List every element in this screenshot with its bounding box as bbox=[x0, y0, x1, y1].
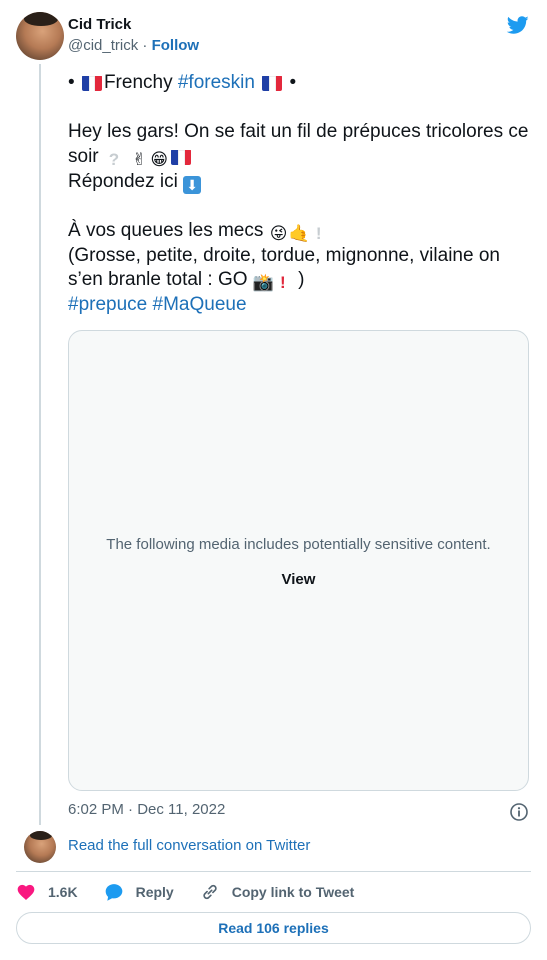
french-flag-icon bbox=[262, 75, 283, 91]
separator-dot: · bbox=[142, 37, 148, 54]
reply-label: Reply bbox=[135, 884, 174, 900]
winking-tongue-face-icon: 😜 bbox=[269, 223, 288, 243]
bullet: • bbox=[68, 72, 75, 93]
author-avatar-small[interactable] bbox=[24, 831, 56, 863]
french-flag-icon bbox=[171, 149, 192, 165]
red-exclamation-icon: ! bbox=[279, 273, 286, 292]
hashtag-prepuce[interactable]: #prepuce bbox=[68, 294, 147, 315]
closing-paren: ) bbox=[298, 269, 305, 290]
view-media-button[interactable]: View bbox=[69, 571, 528, 588]
sensitive-warning-text: The following media includes potentially… bbox=[106, 536, 491, 553]
author-handle[interactable]: @cid_trick bbox=[68, 37, 138, 54]
call-me-hand-icon: 🤙 bbox=[288, 223, 310, 243]
victory-hand-icon: ✌ bbox=[132, 149, 147, 169]
like-action[interactable]: 1.6K bbox=[16, 882, 78, 902]
tweet-timestamp[interactable]: 6:02 PM · Dec 11, 2022 bbox=[68, 801, 225, 818]
camera-flash-icon: 📸 bbox=[252, 273, 274, 292]
read-conversation-link[interactable]: Read the full conversation on Twitter bbox=[68, 837, 310, 854]
twitter-bird-icon[interactable] bbox=[505, 14, 531, 36]
bullet: • bbox=[289, 72, 297, 93]
divider bbox=[16, 871, 531, 872]
copy-link-label: Copy link to Tweet bbox=[231, 884, 355, 900]
hashtag-maqueue[interactable]: #MaQueue bbox=[153, 294, 247, 315]
info-icon[interactable] bbox=[509, 802, 529, 822]
sensitive-media-box[interactable]: The following media includes potentially… bbox=[68, 330, 529, 791]
french-flag-icon bbox=[81, 75, 102, 91]
author-name[interactable]: Cid Trick bbox=[68, 16, 131, 33]
grinning-face-icon: 😁 bbox=[150, 149, 169, 169]
exclamation-icon: ! bbox=[315, 223, 322, 243]
reply-bubble-icon bbox=[105, 884, 122, 901]
author-avatar[interactable] bbox=[16, 12, 64, 60]
author-handle-row: @cid_trick · Follow bbox=[68, 37, 199, 54]
copy-link-action[interactable]: Copy link to Tweet bbox=[200, 882, 355, 902]
follow-link[interactable]: Follow bbox=[152, 37, 200, 54]
hashtag-foreskin[interactable]: #foreskin bbox=[178, 72, 255, 93]
action-bar: 1.6K Reply Copy link to Tweet bbox=[16, 882, 380, 902]
tweet-line: À vos queues les mecs bbox=[68, 219, 264, 241]
read-replies-button[interactable]: Read 106 replies bbox=[16, 912, 531, 944]
tweet-line: Répondez ici bbox=[68, 170, 178, 192]
down-arrow-icon: ⬇ bbox=[183, 175, 202, 194]
tweet-word: Frenchy bbox=[103, 72, 173, 93]
thread-line bbox=[39, 64, 41, 825]
like-count: 1.6K bbox=[48, 884, 78, 900]
reply-action[interactable]: Reply bbox=[104, 882, 174, 902]
heart-icon bbox=[17, 884, 35, 900]
tweet-text: • Frenchy #foreskin • Hey les gars! On s… bbox=[68, 71, 533, 318]
question-mark-icon: ? bbox=[108, 149, 120, 169]
link-icon bbox=[203, 884, 217, 900]
